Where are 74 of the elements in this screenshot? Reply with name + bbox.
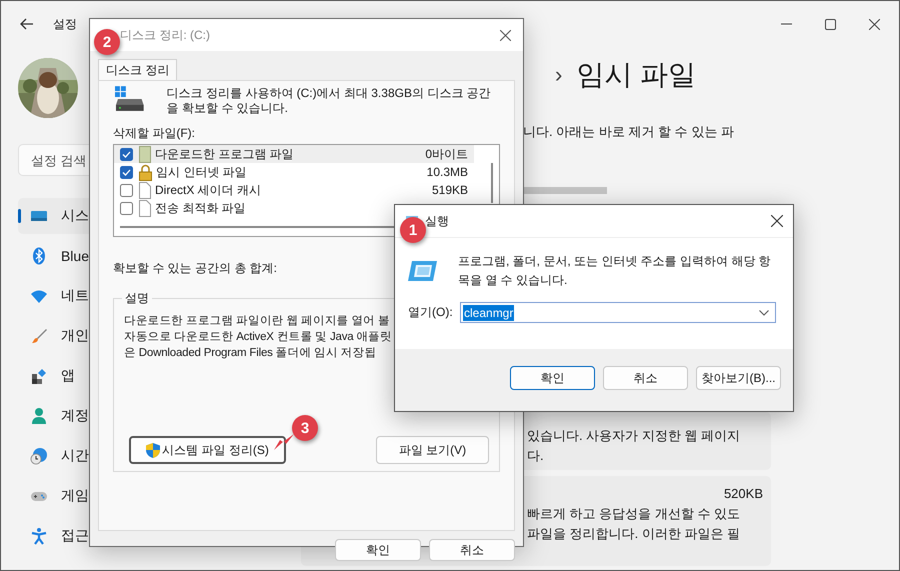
- cleanup-system-files-button[interactable]: 시스템 파일 정리(S): [129, 436, 286, 464]
- apps-icon: [30, 367, 48, 385]
- minimize-icon[interactable]: [781, 23, 792, 25]
- file-row[interactable]: DirectX 세이더 캐시 519KB: [114, 181, 474, 199]
- nav-item[interactable]: 앱: [18, 358, 89, 394]
- step-badge: 2: [94, 29, 120, 55]
- selected-text: cleanmgr: [463, 304, 514, 320]
- file-icon: [139, 182, 151, 198]
- step-badge: 3: [292, 415, 318, 441]
- checkbox[interactable]: [120, 166, 133, 178]
- search-field[interactable]: 설정 검색: [18, 144, 89, 176]
- clock-icon: [30, 447, 48, 465]
- back-arrow-icon[interactable]: [20, 18, 34, 30]
- accessibility-icon: [30, 527, 48, 545]
- file-size: 519KB: [432, 183, 469, 197]
- brush-icon: [30, 327, 48, 345]
- description-text: 자동으로 다운로드한 ActiveX 컨트롤 및 Java 애플릿: [124, 330, 392, 345]
- file-row[interactable]: 다운로드한 프로그램 파일 0바이트: [114, 145, 474, 163]
- dialog-button[interactable]: 확인: [335, 539, 421, 561]
- file-row[interactable]: 임시 인터넷 파일 10.3MB: [114, 163, 474, 181]
- close-icon[interactable]: [771, 215, 783, 227]
- nav-item[interactable]: 계정: [18, 398, 89, 434]
- intro-text: 디스크 정리를 사용하여 (C:)에서 최대 3.38GB의 디스크 공간을 확보할 수 있습니다.: [166, 86, 492, 116]
- scrollbar[interactable]: [491, 163, 493, 203]
- description-text: 파일을 정리합니다. 이러한 파일은 필: [527, 525, 740, 543]
- bluetooth-icon: [30, 247, 48, 265]
- dialog-button[interactable]: 확인: [510, 366, 595, 390]
- checkbox[interactable]: [120, 202, 133, 214]
- close-icon[interactable]: [869, 18, 880, 30]
- description-text: 다.: [527, 447, 544, 465]
- maximize-icon[interactable]: [825, 18, 836, 30]
- breadcrumb-separator: ›: [555, 62, 562, 88]
- description-text: 다운로드한 프로그램 파일이란 웹 페이지를 열어 볼: [124, 314, 390, 329]
- open-label: 열기(O):: [408, 304, 452, 321]
- file-size: 0바이트: [425, 147, 469, 161]
- person-icon: [30, 407, 48, 425]
- window-title: 디스크 정리: (C:): [120, 26, 210, 44]
- nav-item[interactable]: 시스: [18, 198, 89, 234]
- group-title: 설명: [122, 290, 152, 307]
- description-text: 은 Downloaded Program Files 폴더에 임시 저장됩: [124, 346, 376, 361]
- instruction-text: 프로그램, 폴더, 문서, 또는 인터넷 주소를 입력하여 해당 항목을 열 수 있습니다.: [458, 253, 772, 289]
- size-text: 520KB: [722, 486, 763, 501]
- file-size: 10.3MB: [426, 165, 469, 179]
- lock-icon: [139, 164, 152, 180]
- dialog-button[interactable]: 취소: [429, 539, 515, 561]
- pointer-arrow: [274, 434, 296, 450]
- view-files-button[interactable]: 파일 보기(V): [376, 436, 489, 464]
- run-icon: [408, 259, 438, 283]
- description-text: 있습니다. 사용자가 지정한 웹 페이지: [527, 427, 740, 445]
- checkbox[interactable]: [120, 148, 133, 160]
- nav-item[interactable]: 시간: [18, 438, 89, 474]
- description-text: 빠르게 하고 응답성을 개선할 수 있도: [527, 505, 740, 523]
- nav-item[interactable]: Blue: [18, 238, 89, 274]
- shield-icon: [146, 442, 160, 458]
- step-badge: 1: [400, 217, 426, 243]
- nav-item[interactable]: 게임: [18, 478, 89, 514]
- window-title: 설정: [53, 16, 77, 32]
- dialog-button[interactable]: 찾아보기(B)...: [696, 366, 781, 390]
- total-label: 확보할 수 있는 공간의 총 합계:: [113, 261, 278, 276]
- document-icon: [139, 146, 151, 162]
- nav-item[interactable]: 개인: [18, 318, 89, 354]
- open-combobox[interactable]: cleanmgr: [460, 302, 776, 323]
- page-title: 임시 파일: [576, 58, 696, 92]
- nav-item[interactable]: 접근: [18, 518, 89, 554]
- dialog-button[interactable]: 취소: [603, 366, 688, 390]
- close-icon[interactable]: [500, 30, 511, 40]
- checkbox[interactable]: [120, 184, 133, 196]
- drive-icon: [115, 86, 145, 112]
- intro-text: 니다. 아래는 바로 제거 할 수 있는 파: [522, 123, 735, 141]
- file-icon: [139, 200, 151, 216]
- files-label: 삭제할 파일(F):: [113, 126, 195, 141]
- tab[interactable]: 디스크 정리: [98, 59, 178, 80]
- nav-item[interactable]: 네트: [18, 278, 89, 314]
- chevron-down-icon: [759, 310, 769, 316]
